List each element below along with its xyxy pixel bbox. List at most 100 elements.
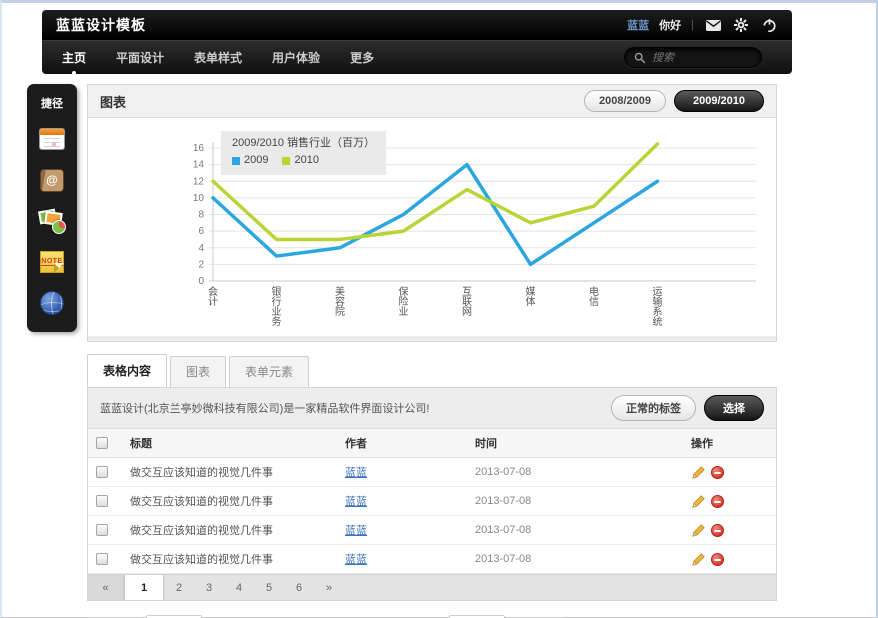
chart-legend: 2009/2010 销售行业（百万） 2009 2010: [221, 131, 386, 175]
tab-form-elements[interactable]: 表单元素: [229, 356, 309, 387]
svg-text:互联网: 互联网: [462, 286, 472, 318]
svg-text:2: 2: [198, 259, 204, 270]
svg-text:10: 10: [193, 193, 205, 204]
author-link[interactable]: 蓝蓝: [345, 525, 367, 537]
row-checkbox[interactable]: [96, 466, 108, 478]
nav-item-graphic-design[interactable]: 平面设计: [116, 49, 164, 66]
author-link[interactable]: 蓝蓝: [345, 467, 367, 479]
article-title: 做交互应该知道的视觉几件事: [122, 545, 337, 574]
edit-pencil-icon[interactable]: [691, 494, 706, 509]
main-nav: 主页 平面设计 表单样式 用户体验 更多: [42, 40, 792, 74]
svg-text:保险业: 保险业: [399, 285, 409, 318]
svg-text:14: 14: [193, 160, 205, 171]
article-date: 2013-07-08: [475, 495, 531, 507]
pagination: « 1 2 3 4 5 6 »: [88, 574, 776, 600]
select-button[interactable]: 选择: [704, 395, 764, 421]
author-link[interactable]: 蓝蓝: [345, 554, 367, 566]
column-date: 时间: [467, 429, 683, 458]
user-name-link[interactable]: 蓝蓝: [627, 17, 649, 33]
edit-pencil-icon[interactable]: [691, 523, 706, 538]
select-all-checkbox[interactable]: [96, 437, 108, 449]
svg-text:美容院: 美容院: [335, 285, 345, 318]
svg-text:媒体: 媒体: [526, 286, 536, 308]
column-author: 作者: [337, 429, 467, 458]
nav-item-more[interactable]: 更多: [350, 49, 374, 66]
article-date: 2013-07-08: [475, 553, 531, 565]
app-title: 蓝蓝设计模板: [56, 15, 146, 35]
power-icon[interactable]: [760, 17, 778, 33]
globe-icon[interactable]: [38, 290, 66, 316]
gear-icon[interactable]: [732, 17, 750, 33]
chart-panel-title: 图表: [100, 92, 126, 111]
search-icon: [634, 52, 646, 64]
pagination-next[interactable]: »: [314, 575, 344, 600]
address-book-icon[interactable]: @: [38, 167, 66, 193]
tab-chart[interactable]: 图表: [170, 356, 226, 387]
mail-icon[interactable]: [704, 17, 722, 33]
year-2009-2010-button[interactable]: 2009/2010: [674, 90, 764, 112]
description-row: 蓝蓝设计(北京兰亭妙微科技有限公司)是一家精品软件界面设计公司! 正常的标签 选…: [88, 388, 776, 428]
svg-text:会计: 会计: [208, 285, 218, 308]
svg-text:电信: 电信: [589, 285, 599, 308]
svg-text:12: 12: [193, 176, 205, 187]
legend-swatch-2009: [232, 157, 240, 165]
table-row: 做交互应该知道的视觉几件事 蓝蓝 2013-07-08: [88, 545, 776, 574]
pagination-page-6[interactable]: 6: [284, 575, 314, 600]
article-title: 做交互应该知道的视觉几件事: [122, 458, 337, 487]
legend-swatch-2010: [282, 157, 290, 165]
main-content: 图表 2008/2009 2009/2010 0246810121416会计银行…: [87, 84, 777, 618]
search-box: [624, 47, 762, 68]
sticky-note-icon[interactable]: NOTE: [38, 249, 66, 275]
article-title: 做交互应该知道的视觉几件事: [122, 516, 337, 545]
nav-item-user-experience[interactable]: 用户体验: [272, 49, 320, 66]
svg-text:16: 16: [193, 143, 205, 154]
table-row: 做交互应该知道的视觉几件事 蓝蓝 2013-07-08: [88, 487, 776, 516]
pagination-page-2[interactable]: 2: [164, 575, 194, 600]
normal-tag-button[interactable]: 正常的标签: [611, 395, 696, 421]
nav-item-home[interactable]: 主页: [62, 49, 86, 66]
svg-text:6: 6: [198, 226, 204, 237]
year-2008-2009-button[interactable]: 2008/2009: [584, 90, 666, 112]
edit-pencil-icon[interactable]: [691, 552, 706, 567]
table-row: 做交互应该知道的视觉几件事 蓝蓝 2013-07-08: [88, 458, 776, 487]
row-checkbox[interactable]: [96, 524, 108, 536]
column-actions: 操作: [683, 429, 776, 458]
legend-item-2010: 2010: [282, 153, 318, 168]
search-input[interactable]: [652, 52, 752, 64]
delete-minus-icon[interactable]: [711, 524, 724, 537]
row-checkbox[interactable]: [96, 553, 108, 565]
chart-panel: 图表 2008/2009 2009/2010 0246810121416会计银行…: [87, 84, 777, 342]
pagination-page-4[interactable]: 4: [224, 575, 254, 600]
line-chart: 0246810121416会计银行业务美容院保险业互联网媒体电信运输系统 200…: [88, 118, 776, 336]
legend-title: 2009/2010 销售行业（百万）: [232, 136, 375, 151]
delete-minus-icon[interactable]: [711, 553, 724, 566]
shortcuts-sidebar: 捷径 @ NOTE: [27, 84, 77, 332]
pagination-page-5[interactable]: 5: [254, 575, 284, 600]
company-description: 蓝蓝设计(北京兰亭妙微科技有限公司)是一家精品软件界面设计公司!: [100, 400, 429, 416]
pagination-page-3[interactable]: 3: [194, 575, 224, 600]
divider: |: [691, 19, 694, 31]
articles-table: 标题 作者 时间 操作 做交互应该知道的视觉几件事 蓝蓝 2013-07-08: [88, 428, 776, 574]
top-bar: 蓝蓝设计模板 蓝蓝 你好 |: [42, 10, 792, 40]
nav-item-form-styles[interactable]: 表单样式: [194, 49, 242, 66]
column-title: 标题: [122, 429, 337, 458]
photos-pie-icon[interactable]: [38, 208, 66, 234]
edit-pencil-icon[interactable]: [691, 465, 706, 480]
table-panel: 蓝蓝设计(北京兰亭妙微科技有限公司)是一家精品软件界面设计公司! 正常的标签 选…: [87, 387, 777, 601]
pagination-page-1[interactable]: 1: [124, 575, 164, 600]
delete-minus-icon[interactable]: [711, 466, 724, 479]
table-header-row: 标题 作者 时间 操作: [88, 429, 776, 458]
line-chart-svg: 0246810121416会计银行业务美容院保险业互联网媒体电信运输系统: [88, 118, 776, 336]
legend-item-2009: 2009: [232, 153, 268, 168]
content-tabs: 表格内容 图表 表单元素: [87, 354, 777, 387]
svg-text:运输系统: 运输系统: [653, 286, 663, 328]
article-date: 2013-07-08: [475, 466, 531, 478]
row-checkbox[interactable]: [96, 495, 108, 507]
delete-minus-icon[interactable]: [711, 495, 724, 508]
tab-table-content[interactable]: 表格内容: [87, 354, 167, 387]
author-link[interactable]: 蓝蓝: [345, 496, 367, 508]
calendar-icon[interactable]: [38, 126, 66, 152]
svg-text:银行业务: 银行业务: [272, 285, 282, 328]
article-title: 做交互应该知道的视觉几件事: [122, 487, 337, 516]
pagination-prev[interactable]: «: [88, 575, 124, 600]
